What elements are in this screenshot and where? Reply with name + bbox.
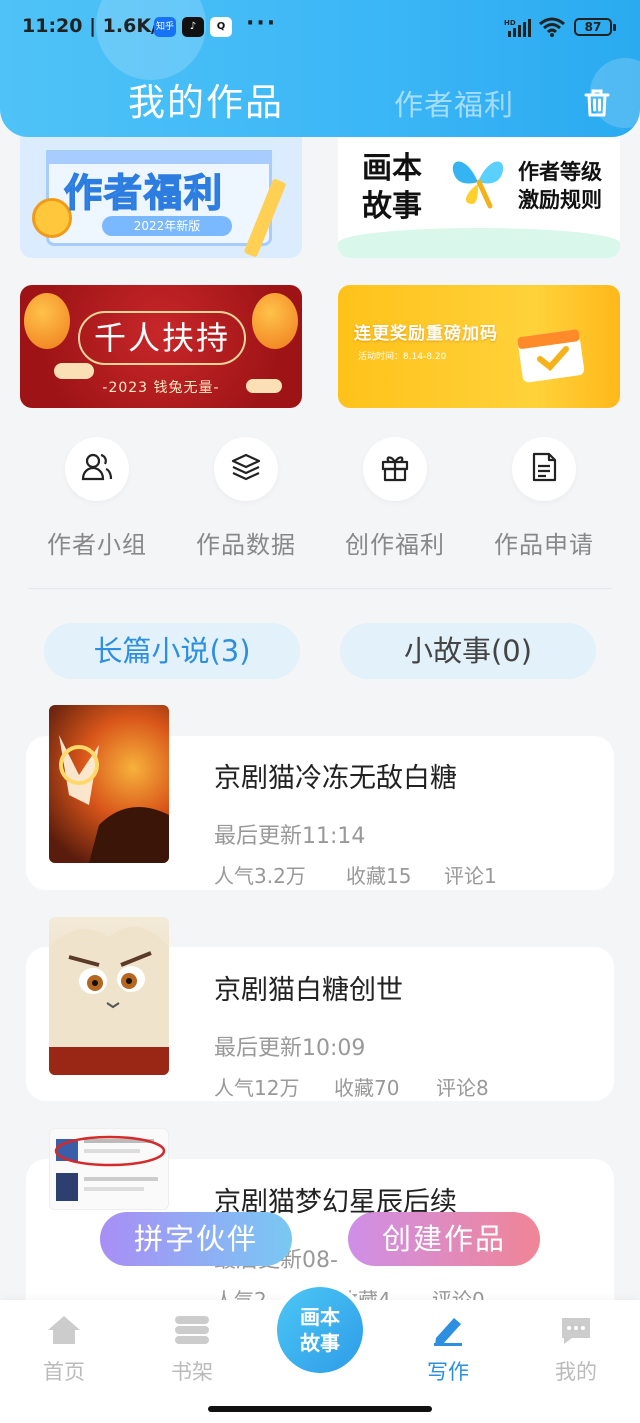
tab-my-works[interactable]: 我的作品 <box>128 72 284 126</box>
banner-subtitle: 2022年新版 <box>102 216 232 236</box>
qq-app-icon: Q <box>210 17 232 37</box>
banner-title: 连更奖励重磅加码 <box>354 324 498 344</box>
butterfly-icon <box>446 152 510 214</box>
banner-update-reward[interactable]: 连更奖励重磅加码 活动时间：8.14-8.20 <box>338 285 620 408</box>
work-cover-image[interactable] <box>49 705 169 863</box>
work-cover-image[interactable] <box>49 917 169 1075</box>
users-icon <box>81 451 113 487</box>
shortcut-works-data[interactable]: 作品数据 <box>181 437 311 560</box>
home-icon <box>46 1316 82 1350</box>
shortcut-label: 创作福利 <box>345 531 445 559</box>
tiktok-app-icon: ♪ <box>182 17 204 37</box>
shortcut-works-application[interactable]: 作品申请 <box>479 437 609 560</box>
huaben-story-label: 画本故事 <box>277 1287 363 1373</box>
huaben-story-center-button[interactable]: 画本故事 <box>272 1282 368 1378</box>
work-comments: 评论8 <box>436 1076 489 1100</box>
banner-title: 作者福利 <box>63 170 225 216</box>
zhihu-app-icon: 知乎 <box>154 17 176 37</box>
work-favorites: 收藏15 <box>346 864 412 888</box>
word-partner-button[interactable]: 拼字伙伴 <box>100 1212 292 1266</box>
nav-mine[interactable]: 我的 <box>528 1314 624 1386</box>
cloud-icon <box>246 379 282 393</box>
banner-level-rules[interactable]: 画本故事 作者等级 激励规则 <box>338 120 620 258</box>
nav-label: 写作 <box>427 1360 469 1384</box>
lantern-icon <box>24 293 70 349</box>
banner-text-line2: 激励规则 <box>518 188 602 212</box>
banner-subtitle: 活动时间：8.14-8.20 <box>358 352 447 362</box>
nav-home[interactable]: 首页 <box>16 1314 112 1386</box>
banner-thousand-support[interactable]: 千人扶持 -2023 钱兔无量- <box>20 285 302 408</box>
trash-icon[interactable] <box>583 88 611 122</box>
huaben-logo: 画本故事 <box>362 151 422 224</box>
status-bar: 11:20 | 1.6K/s 知乎 ♪ Q ··· HD 87 <box>0 0 640 56</box>
top-header: 11:20 | 1.6K/s 知乎 ♪ Q ··· HD 87 我的作品 作者福… <box>0 0 640 137</box>
chat-bubble-icon <box>558 1318 594 1350</box>
tab-novels[interactable]: 长篇小说(3) <box>44 623 300 679</box>
layers-icon <box>230 451 262 487</box>
shortcut-author-group[interactable]: 作者小组 <box>32 437 162 560</box>
bookshelf-icon <box>173 1316 211 1350</box>
work-cover-image[interactable] <box>49 1128 169 1210</box>
cloud-icon <box>54 363 94 379</box>
gift-icon <box>379 451 411 487</box>
wifi-icon <box>538 16 566 43</box>
work-popularity: 人气12万 <box>214 1076 300 1100</box>
nav-label: 首页 <box>43 1360 85 1384</box>
pen-icon <box>430 1318 466 1350</box>
create-work-button[interactable]: 创建作品 <box>348 1212 540 1266</box>
tab-short-stories[interactable]: 小故事(0) <box>340 623 596 679</box>
work-last-update: 最后更新11:14 <box>214 824 366 849</box>
nav-bookshelf[interactable]: 书架 <box>144 1314 240 1386</box>
work-comments: 评论1 <box>444 864 497 888</box>
more-notifications-icon: ··· <box>246 11 278 36</box>
nav-label: 书架 <box>171 1360 213 1384</box>
nav-label: 我的 <box>555 1360 597 1384</box>
home-indicator[interactable] <box>208 1406 432 1412</box>
work-title[interactable]: 京剧猫冷冻无敌白糖 <box>214 756 457 795</box>
network-label: HD <box>504 19 516 27</box>
battery-indicator: 87 <box>574 18 616 36</box>
shortcut-label: 作者小组 <box>47 531 147 559</box>
tab-author-benefits[interactable]: 作者福利 <box>394 82 514 124</box>
work-popularity: 人气3.2万 <box>214 864 306 888</box>
banner-author-benefits[interactable]: 作者福利 2022年新版 <box>20 120 302 258</box>
banner-title: 千人扶持 <box>78 311 246 365</box>
work-title[interactable]: 京剧猫白糖创世 <box>214 968 403 1007</box>
banner-text: 作者等级 激励规则 <box>518 158 602 214</box>
work-favorites: 收藏70 <box>334 1076 400 1100</box>
nav-write[interactable]: 写作 <box>400 1314 496 1386</box>
section-divider <box>28 588 612 589</box>
shortcut-label: 作品申请 <box>494 531 594 559</box>
shortcut-creation-benefits[interactable]: 创作福利 <box>330 437 460 560</box>
work-last-update: 最后更新10:09 <box>214 1036 366 1061</box>
lantern-icon <box>252 293 298 349</box>
signal-icon: HD <box>504 18 534 43</box>
system-gesture-bar <box>0 1398 640 1423</box>
status-time: 11:20 | 1.6K/s <box>22 15 170 37</box>
shortcut-label: 作品数据 <box>196 531 296 559</box>
banner-text-line1: 作者等级 <box>518 160 602 184</box>
document-icon <box>528 451 560 487</box>
calendar-check-icon <box>516 319 594 387</box>
banner-wave <box>338 228 620 258</box>
